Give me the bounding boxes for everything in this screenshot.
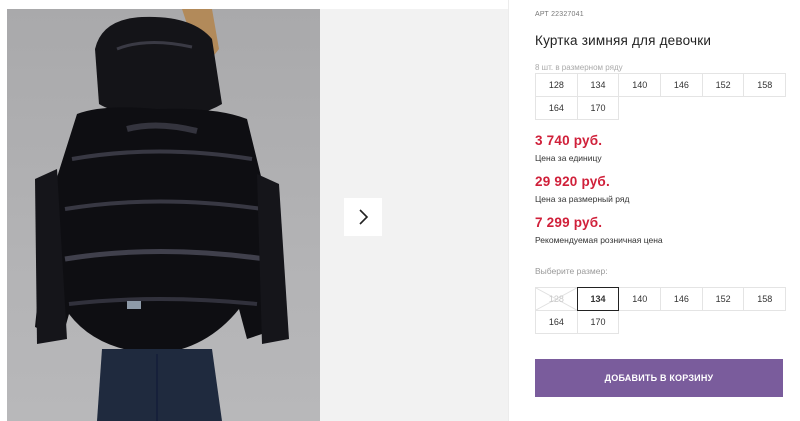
retail-price: 7 299 руб. xyxy=(535,215,603,230)
row-size-cell: 140 xyxy=(618,73,662,97)
size-option[interactable]: 146 xyxy=(660,287,703,311)
row-size-cell: 134 xyxy=(576,73,620,97)
row-size-cell: 146 xyxy=(660,73,703,97)
row-price-caption: Цена за размерный ряд xyxy=(535,194,630,204)
size-option-selected[interactable]: 134 xyxy=(576,287,620,311)
row-price: 29 920 руб. xyxy=(535,174,610,189)
unit-price: 3 740 руб. xyxy=(535,133,603,148)
article-number: АРТ 22327041 xyxy=(535,11,584,18)
size-picker-label: Выберите размер: xyxy=(535,266,608,276)
size-option-disabled: 128 xyxy=(535,287,578,311)
size-option-label: 128 xyxy=(548,294,564,304)
product-gallery xyxy=(0,0,508,421)
row-size-cell: 164 xyxy=(535,96,578,120)
size-option[interactable]: 170 xyxy=(576,310,620,334)
retail-price-caption: Рекомендуемая розничная цена xyxy=(535,235,663,245)
size-row-grid: 128 134 140 146 152 158 164 170 xyxy=(535,73,787,120)
size-option[interactable]: 140 xyxy=(618,287,662,311)
row-size-cell: 128 xyxy=(535,73,578,97)
size-row-note: 8 шт. в размерном ряду xyxy=(535,63,623,72)
article-value: 22327041 xyxy=(551,11,584,18)
article-label: АРТ xyxy=(535,11,549,18)
size-option[interactable]: 152 xyxy=(701,287,745,311)
row-size-cell: 170 xyxy=(576,96,620,120)
row-size-cell: 158 xyxy=(743,73,787,97)
gallery-next-button[interactable] xyxy=(344,198,382,236)
size-option[interactable]: 164 xyxy=(535,310,578,334)
add-to-cart-button[interactable]: ДОБАВИТЬ В КОРЗИНУ xyxy=(535,359,783,397)
product-photo[interactable] xyxy=(7,9,320,421)
product-title: Куртка зимняя для девочки xyxy=(535,33,712,48)
unit-price-caption: Цена за единицу xyxy=(535,153,602,163)
size-picker-grid: 128 134 140 146 152 158 164 170 xyxy=(535,287,787,334)
jacket-photo-illustration xyxy=(35,9,289,421)
size-option[interactable]: 158 xyxy=(743,287,787,311)
divider xyxy=(508,0,509,421)
row-size-cell: 152 xyxy=(701,73,745,97)
chevron-right-icon xyxy=(359,209,369,225)
